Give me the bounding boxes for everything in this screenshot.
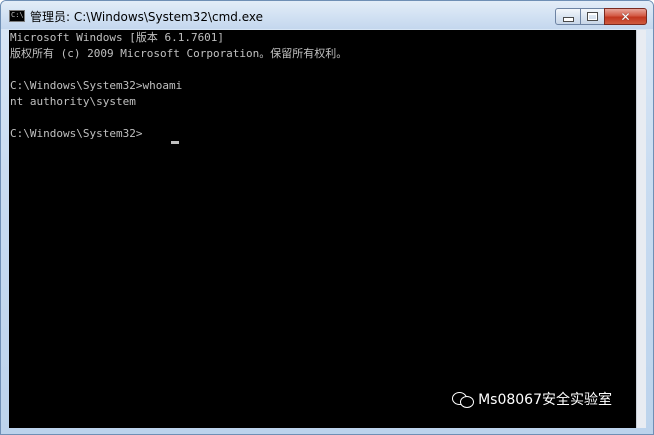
wechat-icon [452,390,475,408]
console-line: C:\Windows\System32>whoami [10,79,183,92]
watermark: Ms08067安全实验室 [452,389,612,409]
maximize-icon [587,12,598,21]
window-title: 管理员: C:\Windows\System32\cmd.exe [30,10,263,24]
watermark-text: Ms08067安全实验室 [478,392,612,408]
caption-buttons: ✕ [555,8,647,25]
cmd-window: C:\ 管理员: C:\Windows\System32\cmd.exe ✕ M… [0,0,654,435]
console-output[interactable]: Microsoft Windows [版本 6.1.7601] 版权所有 (c)… [9,30,636,428]
text-cursor [171,141,179,144]
console-prompt: C:\Windows\System32> [10,127,143,140]
console-icon-text: C:\ [11,11,24,19]
minimize-button[interactable] [555,8,581,25]
close-icon: ✕ [620,9,631,24]
close-button[interactable]: ✕ [604,8,647,25]
vertical-scrollbar[interactable] [636,30,646,428]
minimize-icon [562,17,574,22]
console-icon[interactable]: C:\ [9,10,25,22]
console-line: Microsoft Windows [版本 6.1.7601] [10,31,225,44]
console-line: nt authority\system [10,95,136,108]
wechat-bubble-small [460,396,475,408]
maximize-button[interactable] [580,8,605,25]
console-line: 版权所有 (c) 2009 Microsoft Corporation。保留所有… [10,47,348,60]
title-bar[interactable]: C:\ 管理员: C:\Windows\System32\cmd.exe ✕ [1,1,653,29]
